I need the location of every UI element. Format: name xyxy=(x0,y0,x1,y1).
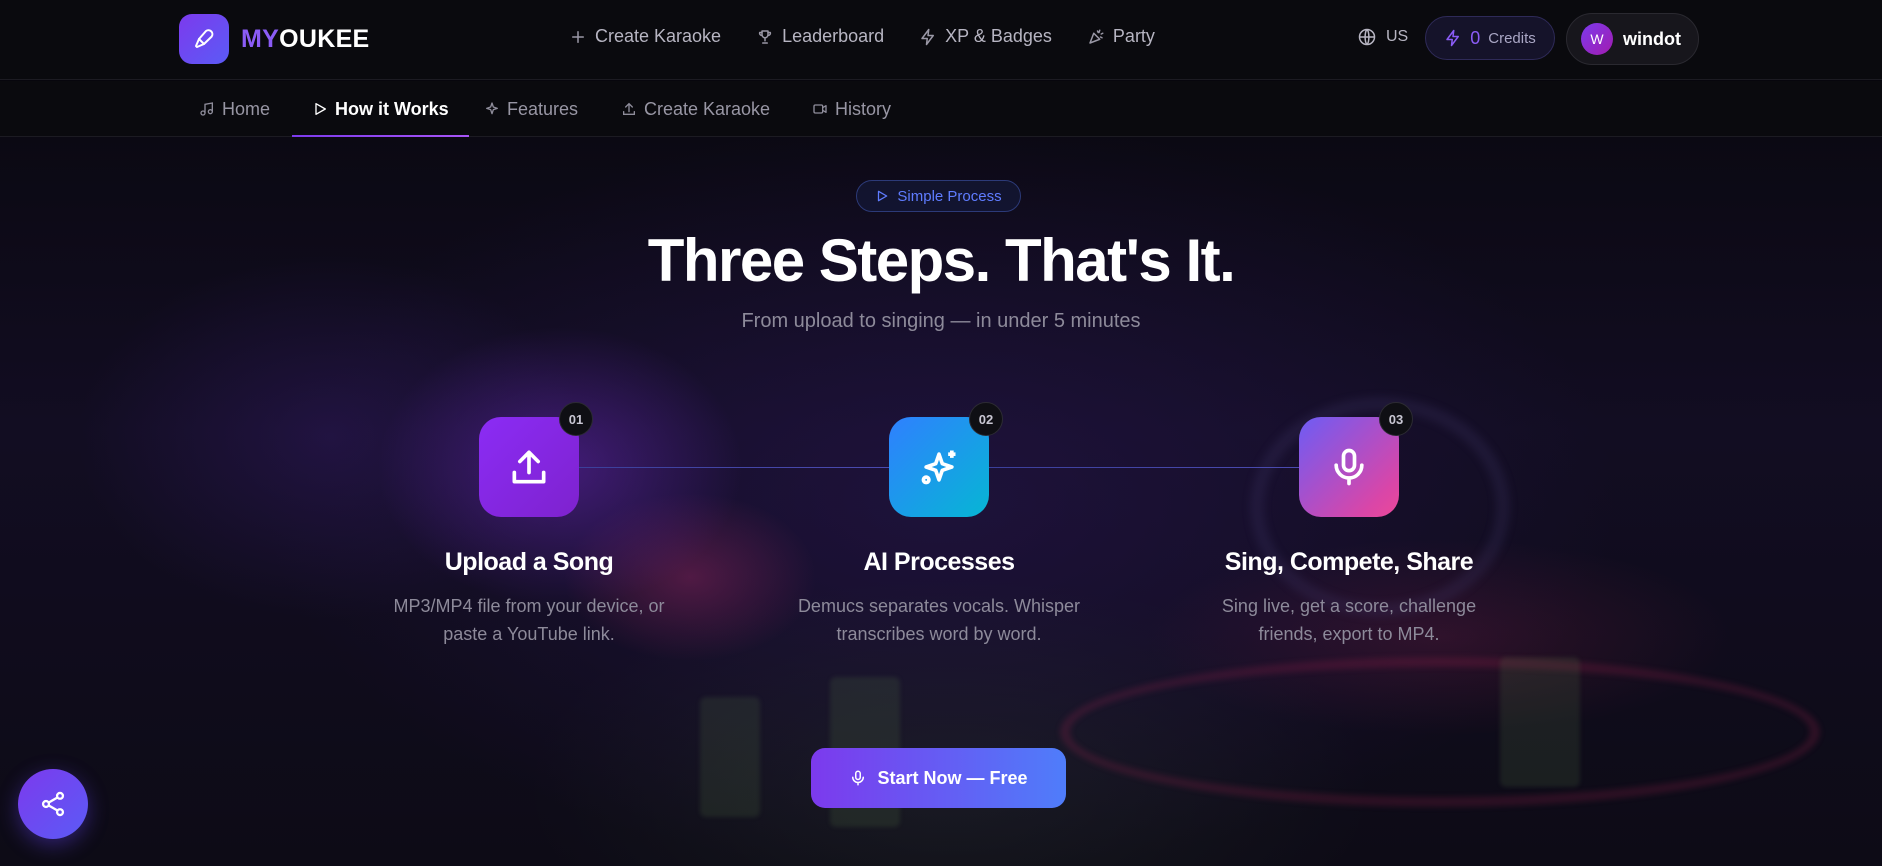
sparkles-icon xyxy=(486,102,498,115)
step-1-number-badge: 01 xyxy=(559,402,593,436)
tab-create-karaoke[interactable]: Create Karaoke xyxy=(621,81,770,137)
language-selector[interactable]: US xyxy=(1357,27,1408,47)
sparkles-icon xyxy=(921,450,956,485)
share-icon xyxy=(41,791,65,817)
background-decoration xyxy=(700,697,760,817)
step-3-description: Sing live, get a score, challenge friend… xyxy=(1221,596,1477,644)
avatar: W xyxy=(1581,23,1613,55)
tab-how-it-works[interactable]: How it Works xyxy=(292,81,469,137)
step-1-icon-box xyxy=(479,417,579,517)
credits-button[interactable]: 0 Credits xyxy=(1425,16,1555,60)
step-1-title: Upload a Song xyxy=(444,548,614,576)
tab-home[interactable]: Home xyxy=(199,81,270,137)
background-decoration xyxy=(1500,657,1580,787)
step-connector xyxy=(989,467,1299,468)
upload-icon xyxy=(512,450,546,484)
step-3-title: Sing, Compete, Share xyxy=(1224,548,1474,576)
section-nav: Home How it Works Features Create Karaok… xyxy=(0,81,1882,137)
credits-count: 0 xyxy=(1470,27,1481,48)
step-3-number-badge: 03 xyxy=(1379,402,1413,436)
step-3-icon-box xyxy=(1299,417,1399,517)
start-now-button[interactable]: Start Now — Free xyxy=(811,748,1066,808)
plus-icon xyxy=(572,30,584,43)
video-icon xyxy=(813,104,827,114)
top-nav-party[interactable]: Party xyxy=(1087,26,1155,47)
brand-logo[interactable]: MYOUKEE xyxy=(179,14,370,64)
top-nav: Create Karaoke Leaderboard XP & Badges P… xyxy=(569,26,1155,47)
tab-features[interactable]: Features xyxy=(484,81,578,137)
top-nav-xp-badges[interactable]: XP & Badges xyxy=(919,26,1052,47)
globe-icon xyxy=(1358,28,1376,46)
microphone-logo-icon xyxy=(179,14,229,64)
play-icon xyxy=(878,190,888,202)
top-nav-create-karaoke[interactable]: Create Karaoke xyxy=(569,26,721,47)
step-connector xyxy=(579,467,889,468)
step-1-description: MP3/MP4 file from your device, or paste … xyxy=(393,596,665,644)
user-menu[interactable]: W windot xyxy=(1566,13,1699,65)
top-header: MYOUKEE Create Karaoke Leaderboard XP & … xyxy=(0,0,1882,80)
bolt-icon xyxy=(1446,29,1460,47)
step-2-icon-box xyxy=(889,417,989,517)
tab-history[interactable]: History xyxy=(812,81,891,137)
section-title: Three Steps. That's It. xyxy=(647,227,1236,294)
background-decoration xyxy=(1060,657,1820,807)
trophy-icon xyxy=(758,29,772,44)
brand-name: MYOUKEE xyxy=(241,24,370,53)
party-popper-icon xyxy=(1089,29,1104,44)
section-pill: Simple Process xyxy=(856,180,1021,212)
microphone-icon xyxy=(852,770,865,786)
credits-label: Credits xyxy=(1488,29,1536,47)
step-2-description: Demucs separates vocals. Whisper transcr… xyxy=(797,596,1081,644)
user-name: windot xyxy=(1623,28,1681,49)
step-2-number-badge: 02 xyxy=(969,402,1003,436)
top-nav-leaderboard[interactable]: Leaderboard xyxy=(756,26,884,47)
section-subtitle: From upload to singing — in under 5 minu… xyxy=(741,310,1141,332)
share-button[interactable] xyxy=(18,769,88,839)
play-icon xyxy=(315,103,326,115)
music-note-icon xyxy=(200,102,213,116)
bolt-icon xyxy=(921,28,935,45)
step-2-title: AI Processes xyxy=(863,548,1015,576)
microphone-icon xyxy=(1334,448,1364,486)
upload-icon xyxy=(623,102,635,115)
